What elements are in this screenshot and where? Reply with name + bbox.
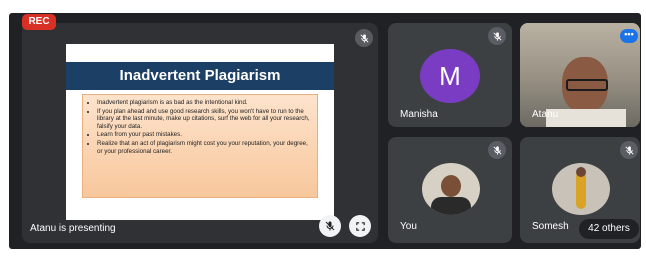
participant-name: Manisha [400, 109, 438, 120]
avatar: M [420, 49, 480, 103]
presenter-label: Atanu is presenting [30, 223, 116, 234]
participant-tile-you[interactable]: You [388, 137, 512, 243]
others-count-button[interactable]: 42 others [579, 219, 639, 239]
mic-off-icon [488, 27, 506, 45]
participant-name: Atanu [532, 109, 559, 120]
presentation-tile[interactable]: Inadvertent Plagiarism Inadvertent plagi… [22, 23, 378, 243]
slide-bullet: Inadvertent plagiarism is as bad as the … [97, 99, 311, 107]
participant-name: You [400, 221, 417, 232]
avatar [552, 163, 610, 215]
more-options-icon[interactable]: ••• [620, 29, 638, 43]
avatar [422, 163, 480, 215]
mic-off-icon [355, 29, 373, 47]
slide-bullet: Learn from your past mistakes. [97, 131, 311, 139]
avatar-head [441, 175, 461, 197]
fullscreen-button[interactable] [349, 215, 371, 237]
participant-tile-manisha[interactable]: M Manisha [388, 23, 512, 127]
slide-bullet: If you plan ahead and use good research … [97, 108, 311, 131]
mic-off-icon [620, 141, 638, 159]
participant-name: Somesh [532, 221, 569, 232]
recording-badge: REC [22, 14, 56, 30]
participant-glasses [566, 79, 608, 91]
avatar-head [576, 167, 586, 177]
mic-off-icon [325, 221, 335, 231]
fullscreen-icon [355, 221, 365, 231]
presented-slide: Inadvertent Plagiarism Inadvertent plagi… [66, 44, 334, 220]
participant-tile-atanu[interactable]: ••• Atanu [520, 23, 640, 127]
avatar-shirt [431, 197, 471, 215]
slide-body: Inadvertent plagiarism is as bad as the … [82, 94, 318, 198]
mic-off-icon [488, 141, 506, 159]
presenter-mute-button[interactable] [319, 215, 341, 237]
slide-title: Inadvertent Plagiarism [66, 62, 334, 90]
slide-bullet: Realize that an act of plagiarism might … [97, 140, 311, 155]
